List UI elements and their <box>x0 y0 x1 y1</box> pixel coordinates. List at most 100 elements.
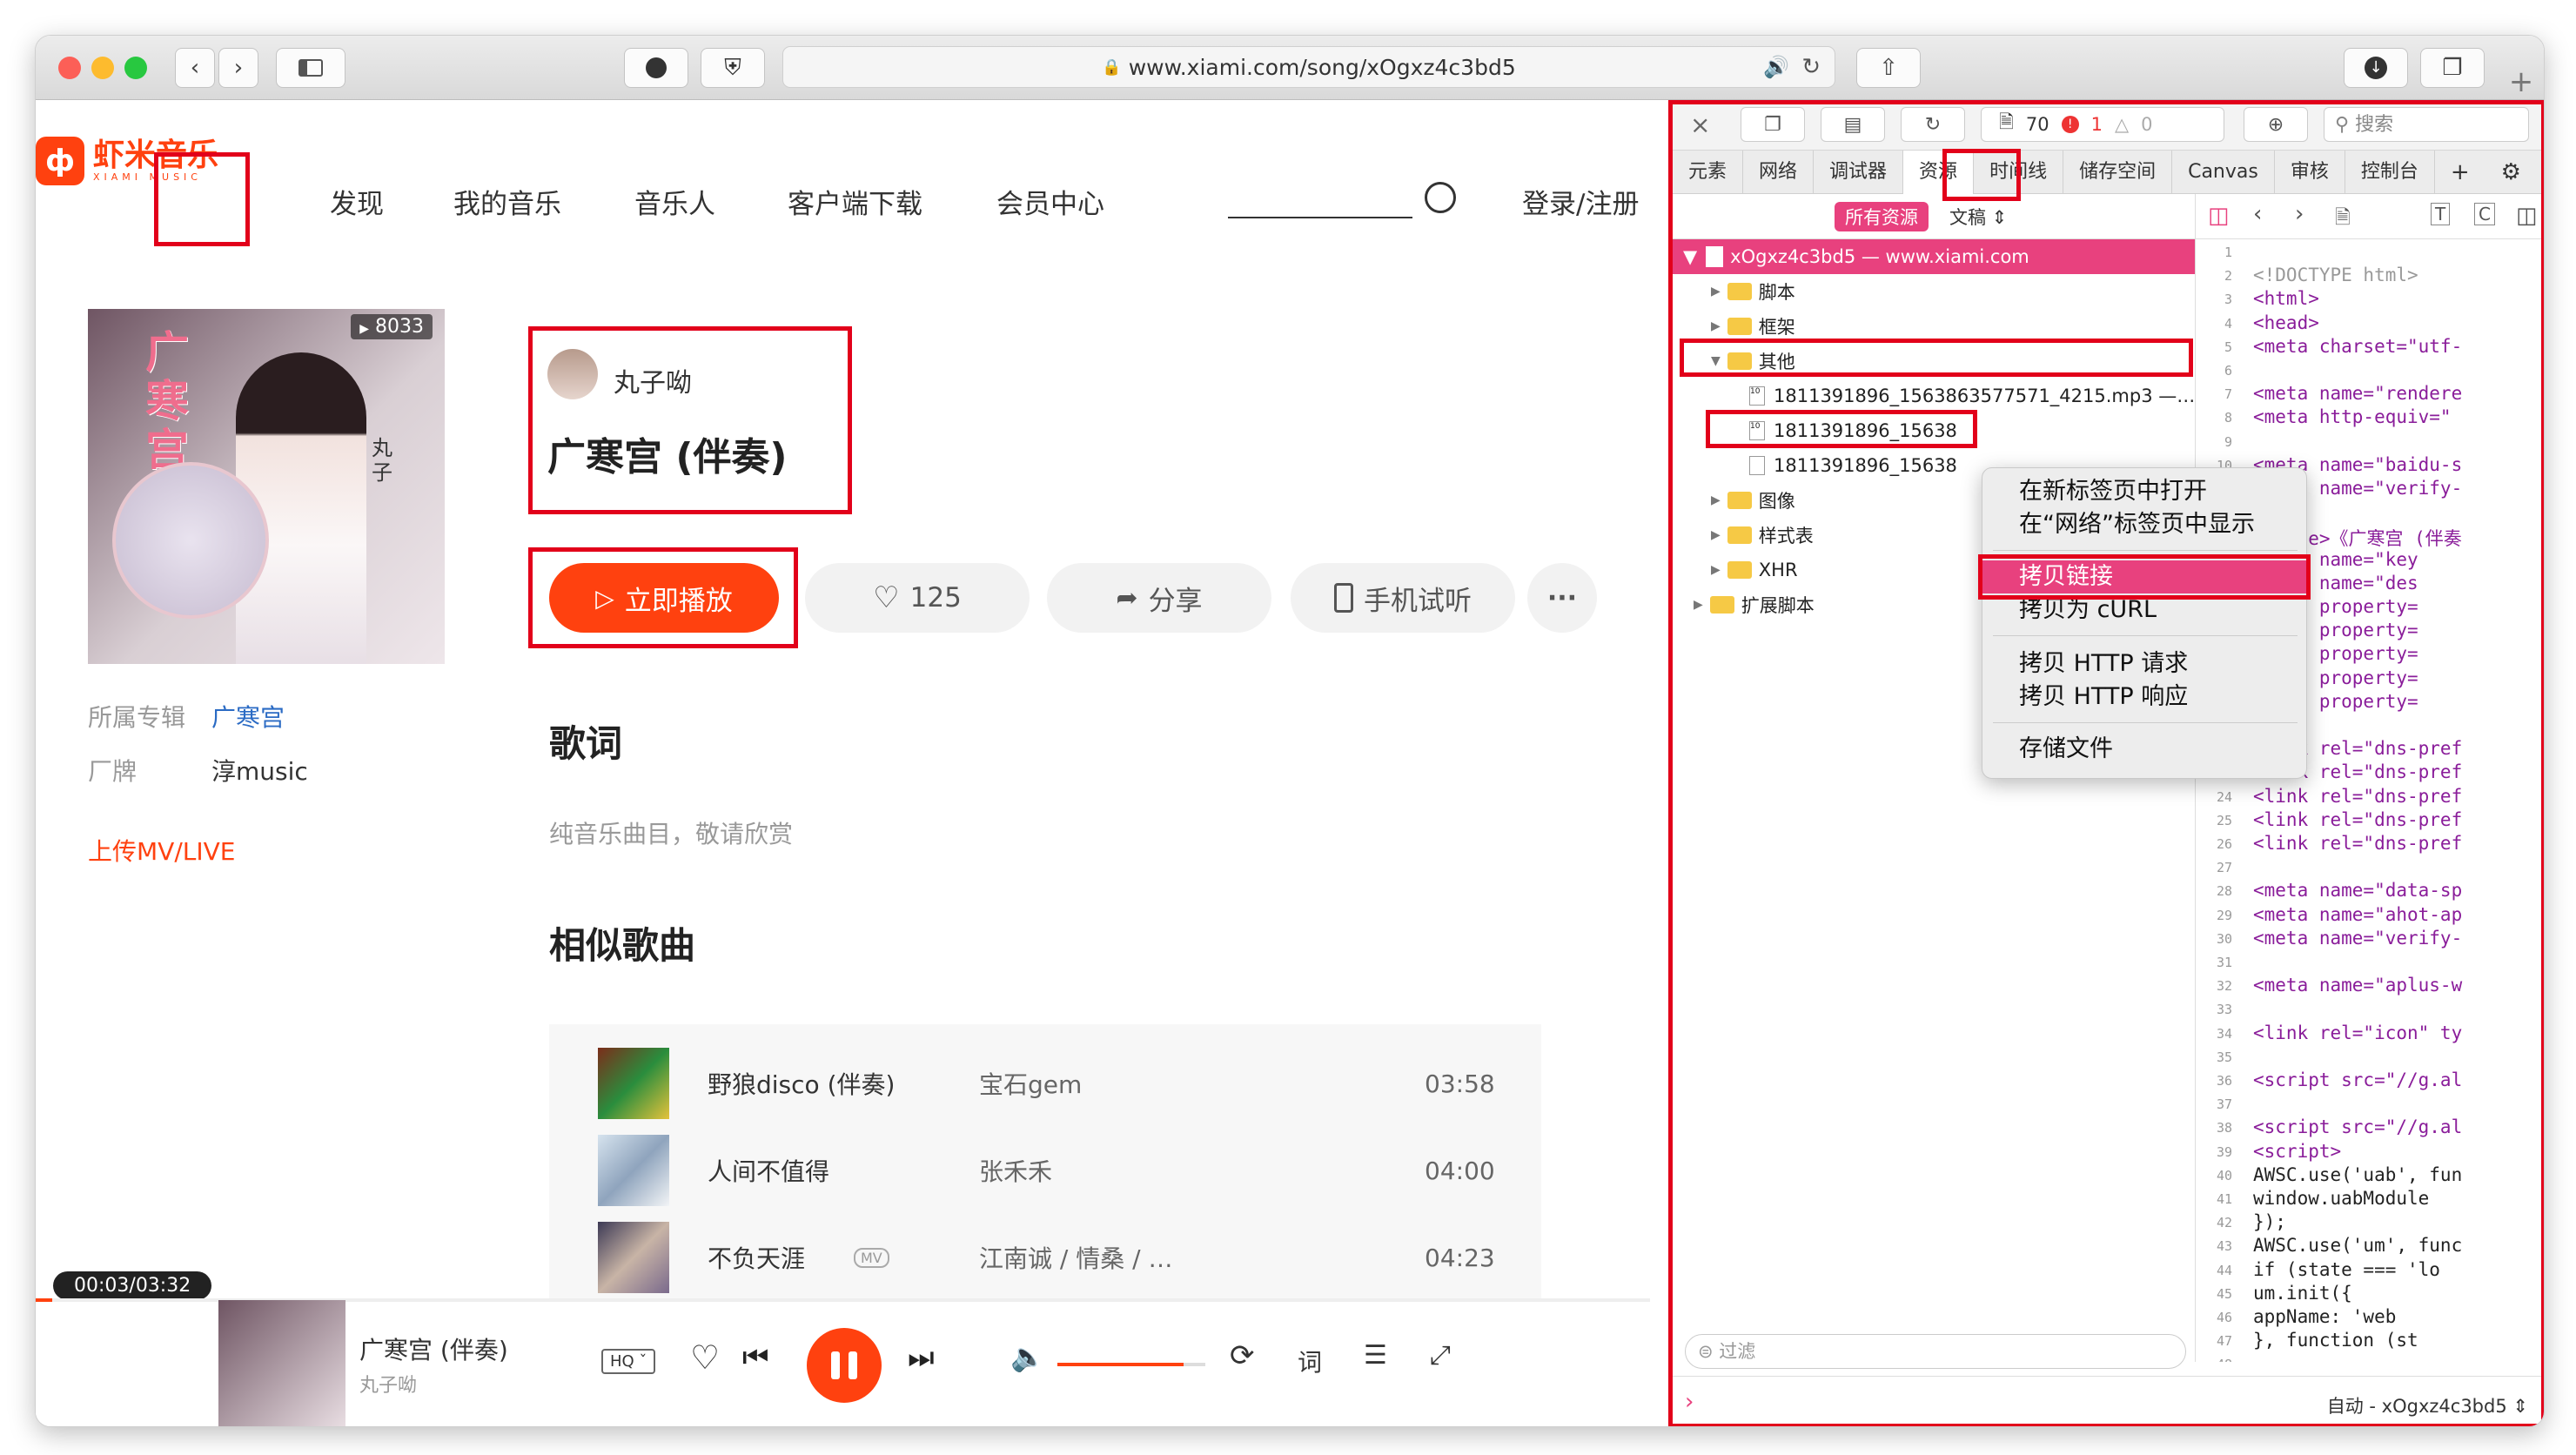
nav-my-music[interactable]: 我的音乐 <box>453 182 561 221</box>
track-title[interactable]: 野狼disco (伴奏) <box>708 1066 895 1101</box>
reload-page-icon[interactable]: ↻ <box>1901 107 1965 142</box>
nav-forward-icon[interactable]: › <box>2295 201 2304 227</box>
tab-elements[interactable]: 元素 <box>1673 150 1744 194</box>
share-song-button[interactable]: ➦ 分享 <box>1047 563 1271 633</box>
search-icon[interactable] <box>1425 182 1456 213</box>
playlist-icon[interactable]: ☰ <box>1364 1340 1387 1371</box>
address-bar[interactable]: 🔒 www.xiami.com/song/xOgxz4c3bd5 🔊 ↻ <box>782 46 1835 88</box>
menu-copy-link[interactable]: 拷贝链接 <box>1982 560 2306 593</box>
share-button[interactable]: ⇧ <box>1856 48 1921 88</box>
tree-root-row[interactable]: ▼ xOgxz4c3bd5 — www.xiami.com <box>1673 239 2195 274</box>
reload-icon[interactable]: ↻ <box>1801 54 1821 80</box>
heart-icon[interactable]: ♡ <box>690 1338 720 1377</box>
close-inspector-icon[interactable]: × <box>1690 111 1710 139</box>
back-button[interactable]: ‹ <box>175 48 215 88</box>
album-cover[interactable]: 广寒宫 丸子 ▶ 8033 <box>88 309 445 664</box>
copy-icon[interactable]: C <box>2474 203 2495 225</box>
tree-folder-other[interactable]: ▼ 其他 <box>1673 344 1795 379</box>
nav-back-icon[interactable]: ‹ <box>2253 201 2262 227</box>
forward-button[interactable]: › <box>218 48 258 88</box>
similar-song-row[interactable]: 野狼disco (伴奏) 宝石gem 03:58 <box>549 1040 1541 1127</box>
tree-file-selected[interactable]: 10 1811391896_15638 <box>1673 413 1957 448</box>
menu-save-file[interactable]: 存储文件 <box>1982 733 2306 766</box>
resource-counters[interactable]: 🗎 70 ! 1 △ 0 <box>1981 107 2224 142</box>
add-tab-icon[interactable]: + <box>2435 151 2485 194</box>
menu-copy-http-request[interactable]: 拷贝 HTTP 请求 <box>1982 647 2306 681</box>
zoom-window-button[interactable] <box>124 57 147 79</box>
track-title[interactable]: 不负天涯 <box>708 1240 805 1275</box>
tree-folder-extension-scripts[interactable]: ▶ 扩展脚本 <box>1673 587 1815 622</box>
downloads-button[interactable]: ↓ <box>2344 48 2408 88</box>
minimize-window-button[interactable] <box>91 57 114 79</box>
artist-avatar[interactable] <box>547 349 598 399</box>
lyrics-toggle-button[interactable]: 词 <box>1298 1344 1322 1378</box>
inspector-search-input[interactable]: ⚲ 搜索 <box>2324 107 2529 142</box>
play-now-button[interactable]: ▷ 立即播放 <box>549 563 779 633</box>
artist-name[interactable]: 丸子呦 <box>614 361 692 399</box>
player-song-title[interactable]: 广寒宫 (伴奏) <box>359 1331 508 1366</box>
tab-console[interactable]: 控制台 <box>2345 150 2435 194</box>
menu-open-new-tab[interactable]: 在新标签页中打开 <box>1982 475 2306 508</box>
repeat-icon[interactable]: ⟳ <box>1230 1338 1255 1373</box>
tab-overview-button[interactable]: ❐ <box>2420 48 2485 88</box>
similar-song-row[interactable]: 不负天涯 MV 江南诚 / 情桑 / … 04:23 <box>549 1214 1541 1301</box>
sidebar-toggle-button[interactable] <box>276 48 345 88</box>
volume-icon[interactable]: 🔈 <box>1010 1340 1045 1373</box>
tab-debugger[interactable]: 调试器 <box>1814 150 1904 194</box>
phone-preview-button[interactable]: 手机试听 <box>1291 563 1515 633</box>
tree-folder-images[interactable]: ▶ 图像 <box>1673 483 1795 518</box>
privacy-extension-button[interactable] <box>624 48 688 88</box>
player-cover[interactable] <box>218 1300 345 1426</box>
quality-select[interactable]: HQ ˇ <box>601 1349 656 1374</box>
sidebar-right-icon[interactable]: ◫ <box>2516 203 2538 229</box>
nav-client-download[interactable]: 客户端下载 <box>788 182 922 221</box>
nav-vip-center[interactable]: 会员中心 <box>996 182 1104 221</box>
similar-song-row[interactable]: 人间不值得 张禾禾 04:00 <box>549 1127 1541 1214</box>
next-track-icon[interactable]: ⏭ <box>908 1340 935 1375</box>
player-artist[interactable]: 丸子呦 <box>359 1370 417 1398</box>
site-search-input[interactable] <box>1228 217 1412 218</box>
track-title[interactable]: 人间不值得 <box>708 1153 829 1188</box>
label-value[interactable]: 淳music <box>211 753 308 788</box>
filter-all-resources[interactable]: 所有资源 <box>1835 201 1929 231</box>
fullscreen-icon[interactable]: ⤢ <box>1430 1340 1451 1371</box>
tab-network[interactable]: 网络 <box>1743 150 1815 194</box>
like-button[interactable]: ♡ 125 <box>805 563 1030 633</box>
menu-copy-curl[interactable]: 拷贝为 cURL <box>1982 593 2306 627</box>
tree-folder-stylesheets[interactable]: ▶ 样式表 <box>1673 518 1814 553</box>
new-tab-button[interactable]: + <box>2502 62 2540 102</box>
sidebar-left-icon[interactable]: ◫ <box>2208 203 2230 229</box>
close-window-button[interactable] <box>58 57 81 79</box>
audio-playing-icon[interactable]: 🔊 <box>1763 55 1789 79</box>
track-artist[interactable]: 宝石gem <box>979 1066 1082 1101</box>
volume-slider[interactable] <box>1057 1363 1205 1366</box>
site-logo[interactable]: ф 虾米音乐 XIAMI MUSIC <box>36 137 218 185</box>
tree-folder-xhr[interactable]: ▶ XHR <box>1673 553 1798 587</box>
tree-folder-frames[interactable]: ▶ 框架 <box>1673 309 1795 344</box>
element-picker-icon[interactable]: ⊕ <box>2244 107 2308 142</box>
nav-discover[interactable]: 发现 <box>330 182 384 221</box>
adblock-extension-button[interactable]: ⛨ <box>701 48 765 88</box>
undock-icon[interactable]: ❐ <box>1741 107 1805 142</box>
tab-timeline[interactable]: 时间线 <box>1974 150 2064 194</box>
dock-bottom-icon[interactable]: ▤ <box>1821 107 1885 142</box>
tab-audit[interactable]: 审核 <box>2275 150 2345 194</box>
filter-document-select[interactable]: 文稿 ⇕ <box>1949 204 2007 230</box>
nav-musicians[interactable]: 音乐人 <box>634 182 715 221</box>
menu-show-in-network[interactable]: 在“网络”标签页中显示 <box>1982 508 2306 541</box>
tab-storage[interactable]: 储存空间 <box>2063 150 2173 194</box>
pretty-print-icon[interactable]: T <box>2431 203 2451 225</box>
upload-mv-link[interactable]: 上传MV/LIVE <box>88 833 235 868</box>
console-prompt[interactable]: › 自动 - xOgxz4c3bd5 ⇕ <box>1673 1376 2544 1426</box>
mv-badge[interactable]: MV <box>854 1247 889 1268</box>
more-options-button[interactable]: ··· <box>1527 563 1597 633</box>
album-link[interactable]: 广寒宫 <box>211 699 285 734</box>
login-register-link[interactable]: 登录/注册 <box>1522 182 1639 221</box>
tree-folder-scripts[interactable]: ▶ 脚本 <box>1673 274 1795 309</box>
tree-file-mp3[interactable]: 10 1811391896_1563863577571_4215.mp3 —… <box>1673 379 2195 413</box>
tree-file[interactable]: 1811391896_15638 <box>1673 448 1957 483</box>
tab-canvas[interactable]: Canvas <box>2172 150 2275 194</box>
menu-copy-http-response[interactable]: 拷贝 HTTP 响应 <box>1982 681 2306 714</box>
previous-track-icon[interactable]: ⏮ <box>742 1340 769 1375</box>
pause-button[interactable] <box>807 1328 882 1403</box>
